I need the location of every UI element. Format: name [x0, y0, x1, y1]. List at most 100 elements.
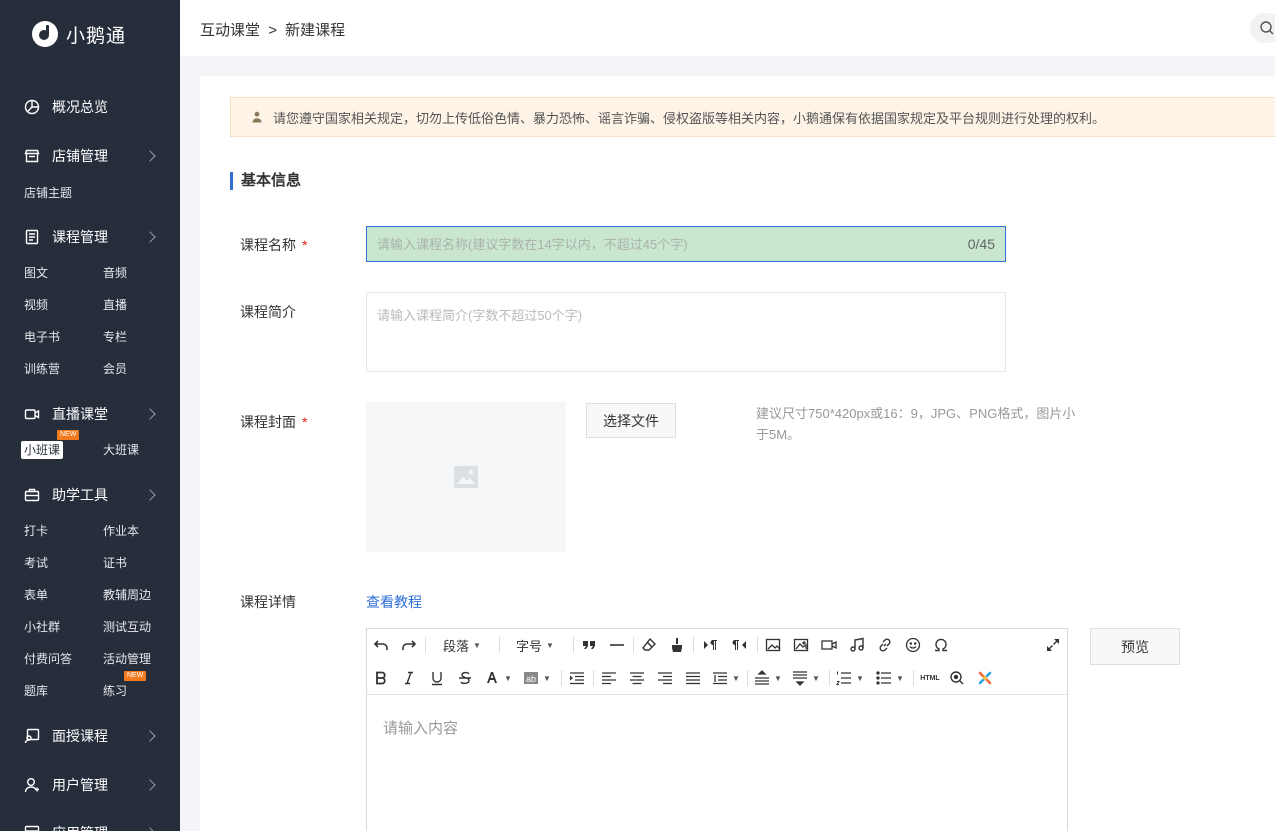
app-logo[interactable]: 小鹅通 [32, 20, 126, 48]
toolbar-separator [561, 670, 562, 686]
sidebar-sub-item[interactable]: 考试 [24, 554, 48, 572]
insert-link-button[interactable] [875, 635, 895, 655]
sidebar-sub-item[interactable]: 付费问答 [24, 650, 72, 668]
special-char-button[interactable] [931, 635, 951, 655]
user-icon [24, 778, 39, 793]
align-left-button[interactable] [599, 668, 619, 688]
align-right-button[interactable] [655, 668, 675, 688]
background-color-button[interactable]: ab ▼ [521, 668, 553, 688]
blockquote-button[interactable] [579, 635, 599, 655]
html-source-button[interactable]: HTML [919, 668, 941, 688]
rtl-button[interactable] [729, 635, 749, 655]
classroom-icon [24, 728, 40, 744]
sidebar-item-label: 直播课堂 [52, 406, 108, 422]
caret-down-icon: ▼ [504, 673, 512, 683]
sidebar-sub-item[interactable]: 直播 [103, 296, 127, 314]
sidebar-sub-item[interactable]: 小社群 [24, 618, 60, 636]
sidebar-item-courses[interactable]: 课程管理 [0, 222, 180, 252]
plugin-button[interactable] [975, 668, 995, 688]
sidebar-sub-item[interactable]: 打卡 [24, 522, 48, 540]
align-justify-button[interactable] [683, 668, 703, 688]
cover-preview[interactable] [366, 402, 566, 552]
sidebar-item-apps[interactable]: 应用管理 [0, 818, 180, 831]
eraser-button[interactable] [639, 635, 659, 655]
underline-button[interactable] [427, 668, 447, 688]
sidebar-sub-item[interactable]: 活动管理 [103, 650, 151, 668]
paragraph-spacing-top-button[interactable]: ▼ [753, 668, 783, 688]
sidebar-sub-item[interactable]: 训练营 [24, 360, 60, 378]
sidebar-sub-item[interactable]: 练习 [103, 682, 127, 700]
sidebar-item-tools[interactable]: 助学工具 [0, 480, 180, 510]
sidebar-item-users[interactable]: 用户管理 [0, 770, 180, 800]
text-indent-button[interactable] [567, 668, 587, 688]
sidebar-sub-item[interactable]: 题库 [24, 682, 48, 700]
fullscreen-button[interactable] [1043, 635, 1063, 655]
sidebar-item-label: 店铺管理 [52, 148, 108, 164]
chevron-right-icon [144, 489, 156, 501]
paragraph-spacing-bottom-button[interactable]: ▼ [791, 668, 821, 688]
chevron-right-icon [144, 150, 156, 162]
breadcrumb-item-interactive-class[interactable]: 互动课堂 [200, 22, 260, 39]
course-name-input[interactable] [377, 236, 968, 252]
sidebar-item-overview[interactable]: 概况总览 [0, 92, 180, 122]
new-badge: NEW [57, 430, 80, 440]
font-color-button[interactable]: ▼ [483, 668, 513, 688]
sidebar-sub-store-theme[interactable]: 店铺主题 [24, 184, 72, 202]
sidebar-item-store[interactable]: 店铺管理 [0, 141, 180, 171]
editor-content-area[interactable]: 请输入内容 [367, 695, 1067, 760]
italic-button[interactable] [399, 668, 419, 688]
course-intro-label: 课程简介 [240, 304, 296, 320]
insert-audio-button[interactable] [847, 635, 867, 655]
choose-file-button[interactable]: 选择文件 [586, 403, 676, 438]
insert-emoji-button[interactable] [903, 635, 923, 655]
sidebar-sub-item[interactable]: 作业本 [103, 522, 139, 540]
text-direction-rtl-icon [732, 640, 746, 650]
sidebar-sub-large-class[interactable]: 大班课 [103, 441, 139, 459]
sidebar-sub-item[interactable]: 测试互动 [103, 618, 151, 636]
search-button[interactable] [1250, 13, 1275, 43]
sidebar-item-label: 应用管理 [52, 823, 108, 831]
sidebar-item-offline-courses[interactable]: 面授课程 [0, 721, 180, 751]
sidebar-sub-item[interactable]: 电子书 [24, 328, 60, 346]
undo-button[interactable] [371, 635, 391, 655]
search-replace-button[interactable] [947, 668, 967, 688]
highlight-icon: ab [524, 672, 539, 684]
ordered-list-button[interactable]: ▼ [835, 668, 865, 688]
sidebar-sub-item[interactable]: 专栏 [103, 328, 127, 346]
format-painter-button[interactable] [667, 635, 687, 655]
paragraph-select[interactable]: 段落 ▼ [431, 635, 493, 655]
char-counter: 0/45 [967, 236, 995, 252]
view-tutorial-link[interactable]: 查看教程 [366, 592, 422, 612]
expand-icon [1047, 639, 1059, 651]
sidebar-sub-item[interactable]: 图文 [24, 264, 48, 282]
course-intro-input[interactable] [367, 293, 1005, 371]
insert-image-button[interactable] [763, 635, 783, 655]
paragraph-select-label: 段落 [443, 638, 470, 654]
strikethrough-icon [459, 671, 471, 685]
sidebar-sub-item[interactable]: 音频 [103, 264, 127, 282]
insert-gallery-button[interactable] [791, 635, 811, 655]
sidebar-sub-item[interactable]: 表单 [24, 586, 48, 604]
align-center-button[interactable] [627, 668, 647, 688]
unordered-list-button[interactable]: ▼ [875, 668, 905, 688]
bold-button[interactable] [371, 668, 391, 688]
sidebar-sub-item[interactable]: 视频 [24, 296, 48, 314]
sidebar-sub-small-class[interactable]: 小班课 [21, 441, 64, 459]
horizontal-rule-button[interactable] [607, 635, 627, 655]
strikethrough-button[interactable] [455, 668, 475, 688]
sidebar-sub-item[interactable]: 会员 [103, 360, 127, 378]
line-height-button[interactable]: ▼ [711, 668, 741, 688]
spacing-top-icon [755, 670, 770, 685]
insert-video-button[interactable] [819, 635, 839, 655]
course-name-field[interactable]: 0/45 [366, 226, 1006, 262]
course-intro-field[interactable] [366, 292, 1006, 372]
redo-button[interactable] [399, 635, 419, 655]
ltr-button[interactable] [701, 635, 721, 655]
sidebar-item-live[interactable]: 直播课堂 [0, 399, 180, 429]
font-size-select[interactable]: 字号 ▼ [505, 635, 565, 655]
sidebar-item-label: 面授课程 [52, 728, 108, 744]
preview-button[interactable]: 预览 [1090, 628, 1180, 665]
sidebar-sub-item[interactable]: 证书 [103, 554, 127, 572]
sidebar-sub-item[interactable]: 教辅周边 [103, 586, 151, 604]
text-direction-ltr-icon [704, 640, 717, 650]
